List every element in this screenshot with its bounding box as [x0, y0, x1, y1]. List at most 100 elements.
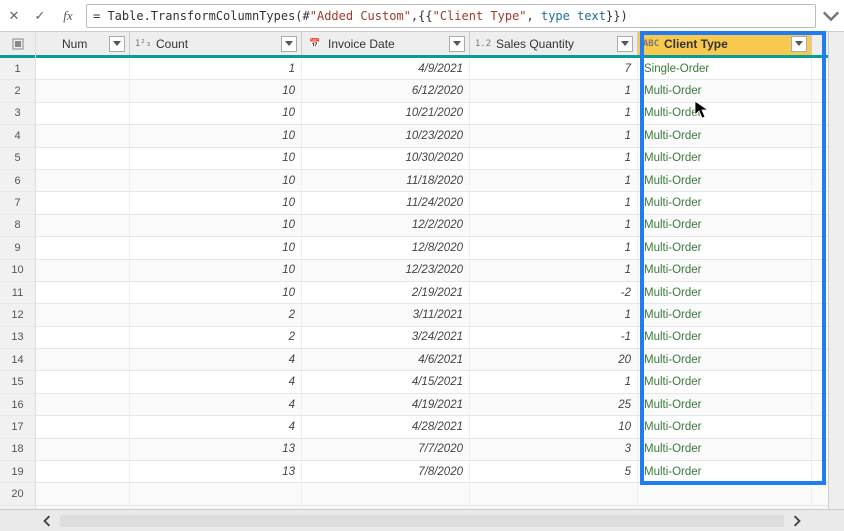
cell-count[interactable]: 10: [130, 260, 302, 281]
cell-count[interactable]: 13: [130, 439, 302, 460]
cell-qty[interactable]: [470, 483, 638, 504]
cell-num[interactable]: [36, 327, 130, 348]
cell-num[interactable]: [36, 148, 130, 169]
row-number[interactable]: 14: [0, 349, 35, 371]
cell-qty[interactable]: 1: [470, 371, 638, 392]
horizontal-scrollbar[interactable]: [0, 509, 844, 531]
cell-num[interactable]: [36, 103, 130, 124]
filter-icon[interactable]: [617, 36, 633, 52]
cell-num[interactable]: [36, 394, 130, 415]
cell-count[interactable]: 4: [130, 371, 302, 392]
cell-ctype[interactable]: Multi-Order: [638, 125, 812, 146]
cell-date[interactable]: 11/18/2020: [302, 170, 470, 191]
row-number[interactable]: 5: [0, 148, 35, 170]
row-number[interactable]: 9: [0, 237, 35, 259]
cell-num[interactable]: [36, 416, 130, 437]
cell-num[interactable]: [36, 192, 130, 213]
cell-ctype[interactable]: Multi-Order: [638, 304, 812, 325]
cell-date[interactable]: 4/15/2021: [302, 371, 470, 392]
row-number[interactable]: 13: [0, 327, 35, 349]
cell-qty[interactable]: 1: [470, 103, 638, 124]
cell-qty[interactable]: 1: [470, 192, 638, 213]
cell-count[interactable]: 4: [130, 349, 302, 370]
cell-num[interactable]: [36, 125, 130, 146]
row-number[interactable]: 2: [0, 80, 35, 102]
cell-date[interactable]: 4/28/2021: [302, 416, 470, 437]
cell-num[interactable]: [36, 371, 130, 392]
cell-date[interactable]: 6/12/2020: [302, 80, 470, 101]
cell-count[interactable]: 2: [130, 304, 302, 325]
cell-date[interactable]: 7/8/2020: [302, 461, 470, 482]
cell-count[interactable]: 13: [130, 461, 302, 482]
cell-count[interactable]: 10: [130, 103, 302, 124]
row-number[interactable]: 18: [0, 439, 35, 461]
cell-ctype[interactable]: Multi-Order: [638, 237, 812, 258]
cell-qty[interactable]: 1: [470, 260, 638, 281]
cell-count[interactable]: 10: [130, 192, 302, 213]
cell-date[interactable]: 7/7/2020: [302, 439, 470, 460]
vertical-scrollbar[interactable]: [828, 32, 844, 509]
row-number[interactable]: 11: [0, 282, 35, 304]
cell-ctype[interactable]: Multi-Order: [638, 170, 812, 191]
cell-ctype[interactable]: Multi-Order: [638, 80, 812, 101]
cell-count[interactable]: 10: [130, 125, 302, 146]
cell-count[interactable]: 10: [130, 215, 302, 236]
column-header-qty[interactable]: 1.2Sales Quantity: [470, 32, 638, 55]
cell-ctype[interactable]: Multi-Order: [638, 327, 812, 348]
cell-qty[interactable]: 1: [470, 215, 638, 236]
scroll-right-icon[interactable]: [786, 512, 808, 530]
cell-date[interactable]: 11/24/2020: [302, 192, 470, 213]
cell-count[interactable]: 10: [130, 80, 302, 101]
cell-count[interactable]: 4: [130, 416, 302, 437]
cell-num[interactable]: [36, 80, 130, 101]
row-number[interactable]: 12: [0, 304, 35, 326]
row-number[interactable]: 7: [0, 192, 35, 214]
cell-num[interactable]: [36, 170, 130, 191]
row-number[interactable]: 20: [0, 483, 35, 505]
column-header-ctype[interactable]: ABCClient Type: [638, 32, 812, 55]
cell-date[interactable]: 10/21/2020: [302, 103, 470, 124]
expand-formula-icon[interactable]: [822, 7, 840, 25]
cell-ctype[interactable]: Multi-Order: [638, 394, 812, 415]
cell-qty[interactable]: 10: [470, 416, 638, 437]
cell-date[interactable]: 12/2/2020: [302, 215, 470, 236]
cell-qty[interactable]: 1: [470, 148, 638, 169]
column-header-count[interactable]: 1²₃Count: [130, 32, 302, 55]
cell-qty[interactable]: 7: [470, 58, 638, 79]
filter-icon[interactable]: [449, 36, 465, 52]
cell-count[interactable]: [130, 483, 302, 504]
scroll-track[interactable]: [60, 515, 784, 527]
cell-count[interactable]: 10: [130, 170, 302, 191]
cell-date[interactable]: 2/19/2021: [302, 282, 470, 303]
cell-num[interactable]: [36, 439, 130, 460]
row-number[interactable]: 19: [0, 461, 35, 483]
cell-date[interactable]: 4/6/2021: [302, 349, 470, 370]
cell-num[interactable]: [36, 260, 130, 281]
cell-ctype[interactable]: Multi-Order: [638, 148, 812, 169]
row-number[interactable]: 6: [0, 170, 35, 192]
filter-icon[interactable]: [109, 36, 125, 52]
cell-num[interactable]: [36, 483, 130, 504]
row-number[interactable]: 16: [0, 394, 35, 416]
cell-qty[interactable]: 1: [470, 125, 638, 146]
row-number[interactable]: 3: [0, 103, 35, 125]
cell-count[interactable]: 10: [130, 148, 302, 169]
select-all-corner[interactable]: [0, 32, 35, 58]
cell-date[interactable]: 10/23/2020: [302, 125, 470, 146]
cell-date[interactable]: 12/23/2020: [302, 260, 470, 281]
cell-ctype[interactable]: Multi-Order: [638, 282, 812, 303]
cell-num[interactable]: [36, 58, 130, 79]
formula-input[interactable]: = Table.TransformColumnTypes(#"Added Cus…: [86, 4, 816, 28]
cancel-formula-icon[interactable]: ✕: [4, 6, 24, 26]
row-number[interactable]: 15: [0, 371, 35, 393]
cell-qty[interactable]: 20: [470, 349, 638, 370]
filter-icon[interactable]: [791, 36, 807, 52]
cell-qty[interactable]: 1: [470, 237, 638, 258]
cell-num[interactable]: [36, 237, 130, 258]
cell-qty[interactable]: 25: [470, 394, 638, 415]
cell-count[interactable]: 2: [130, 327, 302, 348]
cell-ctype[interactable]: Multi-Order: [638, 260, 812, 281]
filter-icon[interactable]: [281, 36, 297, 52]
cell-ctype[interactable]: Multi-Order: [638, 103, 812, 124]
cell-date[interactable]: 10/30/2020: [302, 148, 470, 169]
